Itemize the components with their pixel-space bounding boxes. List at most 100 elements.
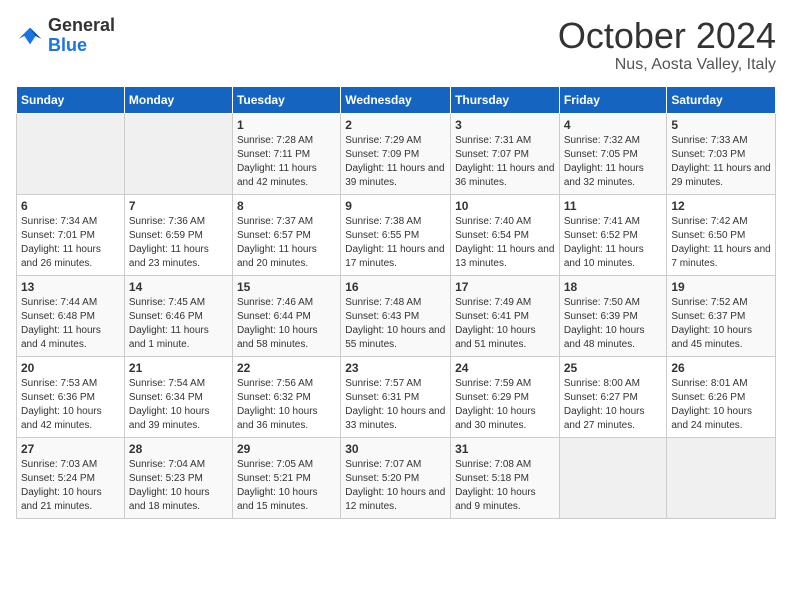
calendar-day-cell: 5Sunrise: 7:33 AMSunset: 7:03 PMDaylight… [667,113,776,194]
calendar-day-cell: 17Sunrise: 7:49 AMSunset: 6:41 PMDayligh… [451,275,560,356]
day-number: 25 [564,361,663,375]
day-number: 8 [237,199,336,213]
calendar-day-cell: 4 Sunrise: 7:32 AMSunset: 7:05 PMDaylight… [559,113,667,194]
weekday-header-cell: Tuesday [232,86,340,113]
calendar-day-cell: 8 Sunrise: 7:37 AMSunset: 6:57 PMDaylight… [232,194,340,275]
day-info: Sunrise: 7:32 AMSunset: 7:05 PMDaylight:… [564,134,663,190]
day-info: Sunrise: 7:08 AMSunset: 5:18 PMDaylight:… [455,458,555,514]
day-info: Sunrise: 7:46 AMSunset: 6:44 PMDaylight:… [237,296,336,352]
day-number: 16 [345,280,446,294]
calendar-day-cell: 20 Sunrise: 7:53 AMSunset: 6:36 PMDayligh… [17,356,125,437]
calendar-day-cell: 11Sunrise: 7:41 AMSunset: 6:52 PMDayligh… [559,194,667,275]
day-info: Sunrise: 7:41 AMSunset: 6:52 PMDaylight:… [564,215,663,271]
day-number: 7 [129,199,228,213]
calendar-day-cell: 12 Sunrise: 7:42 AMSunset: 6:50 PMDayligh… [667,194,776,275]
calendar-day-cell: 22 Sunrise: 7:56 AMSunset: 6:32 PMDayligh… [232,356,340,437]
logo-text: General Blue [48,16,115,56]
logo-bird-icon [16,22,44,50]
day-info: Sunrise: 7:50 AMSunset: 6:39 PMDaylight:… [564,296,663,352]
calendar-day-cell: 19Sunrise: 7:52 AMSunset: 6:37 PMDayligh… [667,275,776,356]
day-number: 23 [345,361,446,375]
calendar-week-row: 20 Sunrise: 7:53 AMSunset: 6:36 PMDayligh… [17,356,776,437]
day-info: Sunrise: 7:36 AMSunset: 6:59 PMDaylight:… [129,215,228,271]
day-number: 15 [237,280,336,294]
day-number: 5 [671,118,771,132]
calendar-day-cell: 23 Sunrise: 7:57 AMSunset: 6:31 PMDayligh… [341,356,451,437]
day-info: Sunrise: 7:34 AMSunset: 7:01 PMDaylight:… [21,215,120,271]
day-info: Sunrise: 7:53 AMSunset: 6:36 PMDaylight:… [21,377,120,433]
day-info: Sunrise: 7:48 AMSunset: 6:43 PMDaylight:… [345,296,446,352]
calendar-day-cell: 24Sunrise: 7:59 AMSunset: 6:29 PMDayligh… [451,356,560,437]
weekday-header-cell: Sunday [17,86,125,113]
day-number: 30 [345,442,446,456]
calendar-day-cell: 1 Sunrise: 7:28 AMSunset: 7:11 PMDaylight… [232,113,340,194]
calendar-day-cell: 28 Sunrise: 7:04 AMSunset: 5:23 PMDayligh… [124,437,232,518]
day-info: Sunrise: 7:31 AMSunset: 7:07 PMDaylight:… [455,134,555,190]
day-info: Sunrise: 7:49 AMSunset: 6:41 PMDaylight:… [455,296,555,352]
calendar-day-cell [17,113,125,194]
day-info: Sunrise: 7:42 AMSunset: 6:50 PMDaylight:… [671,215,771,271]
day-number: 6 [21,199,120,213]
day-info: Sunrise: 7:37 AMSunset: 6:57 PMDaylight:… [237,215,336,271]
day-number: 14 [129,280,228,294]
day-number: 3 [455,118,555,132]
calendar-day-cell: 3 Sunrise: 7:31 AMSunset: 7:07 PMDaylight… [451,113,560,194]
day-info: Sunrise: 7:44 AMSunset: 6:48 PMDaylight:… [21,296,120,352]
calendar-day-cell: 9 Sunrise: 7:38 AMSunset: 6:55 PMDaylight… [341,194,451,275]
weekday-header-cell: Saturday [667,86,776,113]
title-area: October 2024 Nus, Aosta Valley, Italy [558,16,776,74]
day-number: 9 [345,199,446,213]
day-number: 12 [671,199,771,213]
calendar-week-row: 6 Sunrise: 7:34 AMSunset: 7:01 PMDaylight… [17,194,776,275]
day-info: Sunrise: 7:07 AMSunset: 5:20 PMDaylight:… [345,458,446,514]
calendar-header: General Blue October 2024 Nus, Aosta Val… [16,16,776,74]
day-number: 31 [455,442,555,456]
calendar-week-row: 27 Sunrise: 7:03 AMSunset: 5:24 PMDayligh… [17,437,776,518]
calendar-day-cell: 25Sunrise: 8:00 AMSunset: 6:27 PMDayligh… [559,356,667,437]
calendar-day-cell: 30 Sunrise: 7:07 AMSunset: 5:20 PMDayligh… [341,437,451,518]
day-number: 1 [237,118,336,132]
calendar-day-cell [667,437,776,518]
day-number: 24 [455,361,555,375]
weekday-header-cell: Wednesday [341,86,451,113]
day-number: 4 [564,118,663,132]
day-number: 10 [455,199,555,213]
day-number: 13 [21,280,120,294]
day-number: 22 [237,361,336,375]
day-info: Sunrise: 7:28 AMSunset: 7:11 PMDaylight:… [237,134,336,190]
calendar-day-cell: 6 Sunrise: 7:34 AMSunset: 7:01 PMDaylight… [17,194,125,275]
calendar-day-cell: 10 Sunrise: 7:40 AMSunset: 6:54 PMDayligh… [451,194,560,275]
day-number: 27 [21,442,120,456]
day-info: Sunrise: 7:40 AMSunset: 6:54 PMDaylight:… [455,215,555,271]
weekday-header-cell: Friday [559,86,667,113]
calendar-day-cell [559,437,667,518]
calendar-day-cell: 15 Sunrise: 7:46 AMSunset: 6:44 PMDayligh… [232,275,340,356]
calendar-day-cell: 31 Sunrise: 7:08 AMSunset: 5:18 PMDayligh… [451,437,560,518]
calendar-day-cell: 14 Sunrise: 7:45 AMSunset: 6:46 PMDayligh… [124,275,232,356]
location-title: Nus, Aosta Valley, Italy [558,56,776,74]
calendar-day-cell: 16 Sunrise: 7:48 AMSunset: 6:43 PMDayligh… [341,275,451,356]
calendar-day-cell: 13 Sunrise: 7:44 AMSunset: 6:48 PMDayligh… [17,275,125,356]
weekday-header-cell: Monday [124,86,232,113]
day-number: 28 [129,442,228,456]
day-info: Sunrise: 7:38 AMSunset: 6:55 PMDaylight:… [345,215,446,271]
calendar-day-cell: 2Sunrise: 7:29 AMSunset: 7:09 PMDaylight… [341,113,451,194]
day-info: Sunrise: 7:45 AMSunset: 6:46 PMDaylight:… [129,296,228,352]
day-info: Sunrise: 8:01 AMSunset: 6:26 PMDaylight:… [671,377,771,433]
day-info: Sunrise: 7:05 AMSunset: 5:21 PMDaylight:… [237,458,336,514]
day-number: 20 [21,361,120,375]
day-number: 2 [345,118,446,132]
day-info: Sunrise: 7:56 AMSunset: 6:32 PMDaylight:… [237,377,336,433]
day-number: 18 [564,280,663,294]
calendar-day-cell: 7 Sunrise: 7:36 AMSunset: 6:59 PMDaylight… [124,194,232,275]
weekday-header-row: SundayMondayTuesdayWednesdayThursdayFrid… [17,86,776,113]
calendar-week-row: 1 Sunrise: 7:28 AMSunset: 7:11 PMDaylight… [17,113,776,194]
day-number: 21 [129,361,228,375]
day-info: Sunrise: 7:54 AMSunset: 6:34 PMDaylight:… [129,377,228,433]
day-info: Sunrise: 7:04 AMSunset: 5:23 PMDaylight:… [129,458,228,514]
calendar-day-cell: 18 Sunrise: 7:50 AMSunset: 6:39 PMDayligh… [559,275,667,356]
day-info: Sunrise: 7:57 AMSunset: 6:31 PMDaylight:… [345,377,446,433]
day-info: Sunrise: 7:03 AMSunset: 5:24 PMDaylight:… [21,458,120,514]
calendar-body: 1 Sunrise: 7:28 AMSunset: 7:11 PMDaylight… [17,113,776,518]
calendar-day-cell: 29Sunrise: 7:05 AMSunset: 5:21 PMDayligh… [232,437,340,518]
